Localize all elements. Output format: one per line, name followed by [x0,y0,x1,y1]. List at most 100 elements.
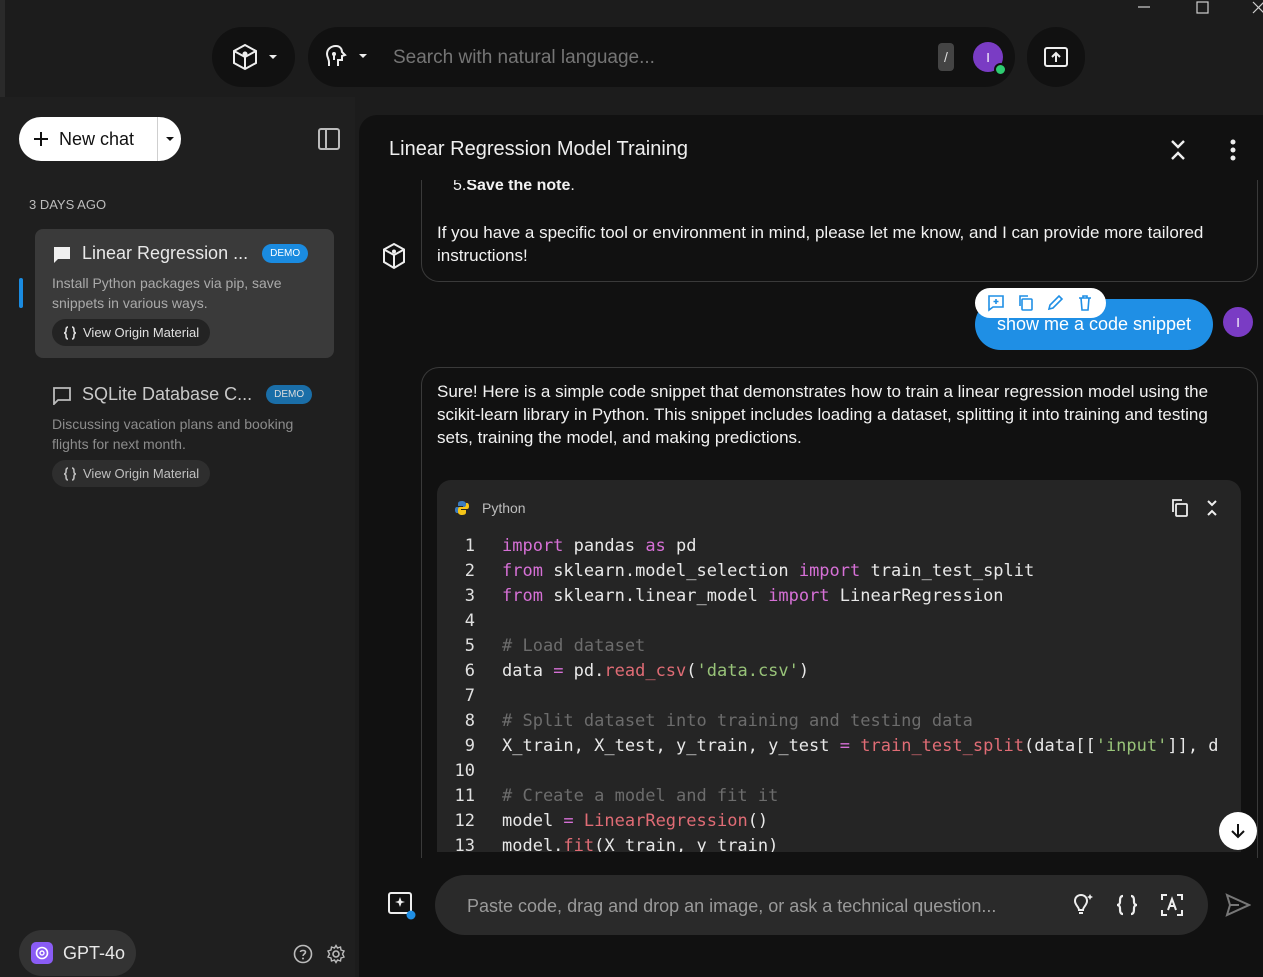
chat-title: SQLite Database C... [82,384,253,404]
window-edge [0,0,5,97]
new-chat-button[interactable]: New chat [19,117,181,161]
slash-shortcut-hint: / [938,43,954,71]
app-menu-button[interactable] [212,27,295,87]
ai-prompt-tools-button[interactable] [387,891,417,921]
demo-badge: DEMO [266,385,313,404]
demo-badge: DEMO [262,244,309,263]
code-line: 8 # Split dataset into training and testi… [464,711,973,731]
chat-bubble-icon [54,246,70,263]
new-chat-main[interactable]: New chat [19,117,157,161]
chevron-down-icon [268,55,277,59]
list-item-tail: . [570,180,575,194]
code-content: 1 import pandas as pd 2 from sklearn.model… [437,534,1241,852]
code-line: 7 [464,686,475,706]
chat-title: Linear Regression ... [82,243,249,263]
model-label: GPT-4o [63,942,126,963]
braces-icon [1116,894,1138,916]
assistant-intro-text: Sure! Here is a simple code snippet that… [437,382,1209,447]
text-recognition-button[interactable] [1160,893,1184,917]
sidebar-item-linear-regression[interactable]: Linear Regression ... DEMO Install Pytho… [35,229,334,358]
code-line: 10 [454,761,475,781]
braces-icon [63,466,77,481]
code-line: 1 import pandas as pd [464,536,697,556]
collapse-button[interactable] [1168,138,1188,162]
add-comment-icon[interactable] [987,294,1005,312]
brain-circuit-icon [325,45,347,66]
new-chat-dropdown[interactable] [158,117,181,161]
message-composer [435,875,1208,937]
settings-button[interactable] [326,944,346,964]
avatar-initial: I [986,49,990,65]
share-export-button[interactable] [1027,27,1085,87]
origin-label: View Origin Material [83,325,200,340]
assistant-message-previous: 5.Save the note. If you have a specific … [421,180,1258,282]
python-icon [455,501,469,515]
code-line: 4 [464,611,475,631]
share-upload-icon [1044,47,1068,67]
help-icon [293,944,313,964]
chat-description: Discussing vacation plans and booking fl… [52,416,294,452]
send-button[interactable] [1225,892,1251,918]
collapse-icon [1171,140,1185,160]
send-icon [1225,893,1251,917]
help-button[interactable] [293,944,313,964]
page-title: Linear Regression Model Training [389,138,689,160]
code-line: 5 # Load dataset [464,636,646,656]
code-line: 3 from sklearn.linear_model import Linear… [464,586,1004,606]
sidebar-item-sqlite-database[interactable]: SQLite Database C... DEMO Discussing vac… [35,370,334,499]
user-avatar-initial: I [1236,314,1240,330]
code-block: Python 1 import pandas as pd 2 from sklear… [437,480,1241,852]
maximize-button[interactable] [1195,0,1211,16]
list-number: 5. [453,180,467,194]
scroll-to-bottom-button[interactable] [1219,812,1257,850]
chat-description: Install Python packages via pip, save sn… [52,275,282,311]
code-line: 9 X_train, X_test, y_train, y_test = trai… [464,736,1219,756]
code-language-label: Python [482,500,526,516]
copy-icon [1172,499,1188,517]
chevron-down-icon [165,137,174,141]
plus-icon [34,132,48,146]
context-selector[interactable] [322,42,368,70]
more-options-button[interactable] [1224,138,1242,162]
edit-pencil-icon[interactable] [1046,294,1064,312]
user-avatar: I [1223,307,1253,337]
minimize-button[interactable] [1135,0,1153,14]
message-text: If you have a specific tool or environme… [437,223,1204,265]
code-line: 11 # Create a model and fit it [454,786,779,806]
trash-icon[interactable] [1076,294,1094,312]
section-label: 3 DAYS AGO [29,197,107,212]
more-vertical-icon [1230,139,1236,161]
code-line: 12 model = LinearRegression() [454,811,769,831]
ideas-button[interactable] [1069,892,1095,918]
search-input[interactable] [391,27,915,89]
sparkle-chat-icon [388,892,416,920]
list-item-fragment: 5.Save the note. [453,180,575,197]
insert-code-button[interactable] [1115,893,1139,917]
chevron-down-icon [359,54,367,58]
code-line: 13 model.fit(X_train, y_train) [454,836,779,852]
view-origin-material-button[interactable]: View Origin Material [52,319,211,346]
search-bar[interactable]: / I [308,27,1015,89]
collapse-icon [1207,500,1217,516]
gear-icon [327,944,345,964]
new-chat-label: New chat [59,128,135,149]
arrow-down-icon [1231,824,1245,839]
braces-icon [63,325,77,340]
toggle-sidebar-button[interactable] [317,127,341,151]
copy-icon[interactable] [1017,294,1035,312]
cube-logo-icon [232,43,257,71]
online-status-dot [994,63,1007,76]
active-chat-indicator [19,278,23,308]
origin-label: View Origin Material [83,466,200,481]
lightbulb-icon [1073,893,1093,914]
model-selector-button[interactable]: GPT-4o [19,930,136,976]
close-window-button[interactable] [1250,0,1263,16]
collapse-code-button[interactable] [1205,498,1219,518]
message-input[interactable] [465,875,1049,937]
message-action-toolbar [975,288,1106,318]
copy-code-button[interactable] [1170,498,1190,518]
chat-bubble-outline-icon [53,386,71,405]
sidebar-panel-icon [318,128,340,150]
view-origin-material-button[interactable]: View Origin Material [52,460,211,487]
code-line: 6 data = pd.read_csv('data.csv') [464,661,810,681]
